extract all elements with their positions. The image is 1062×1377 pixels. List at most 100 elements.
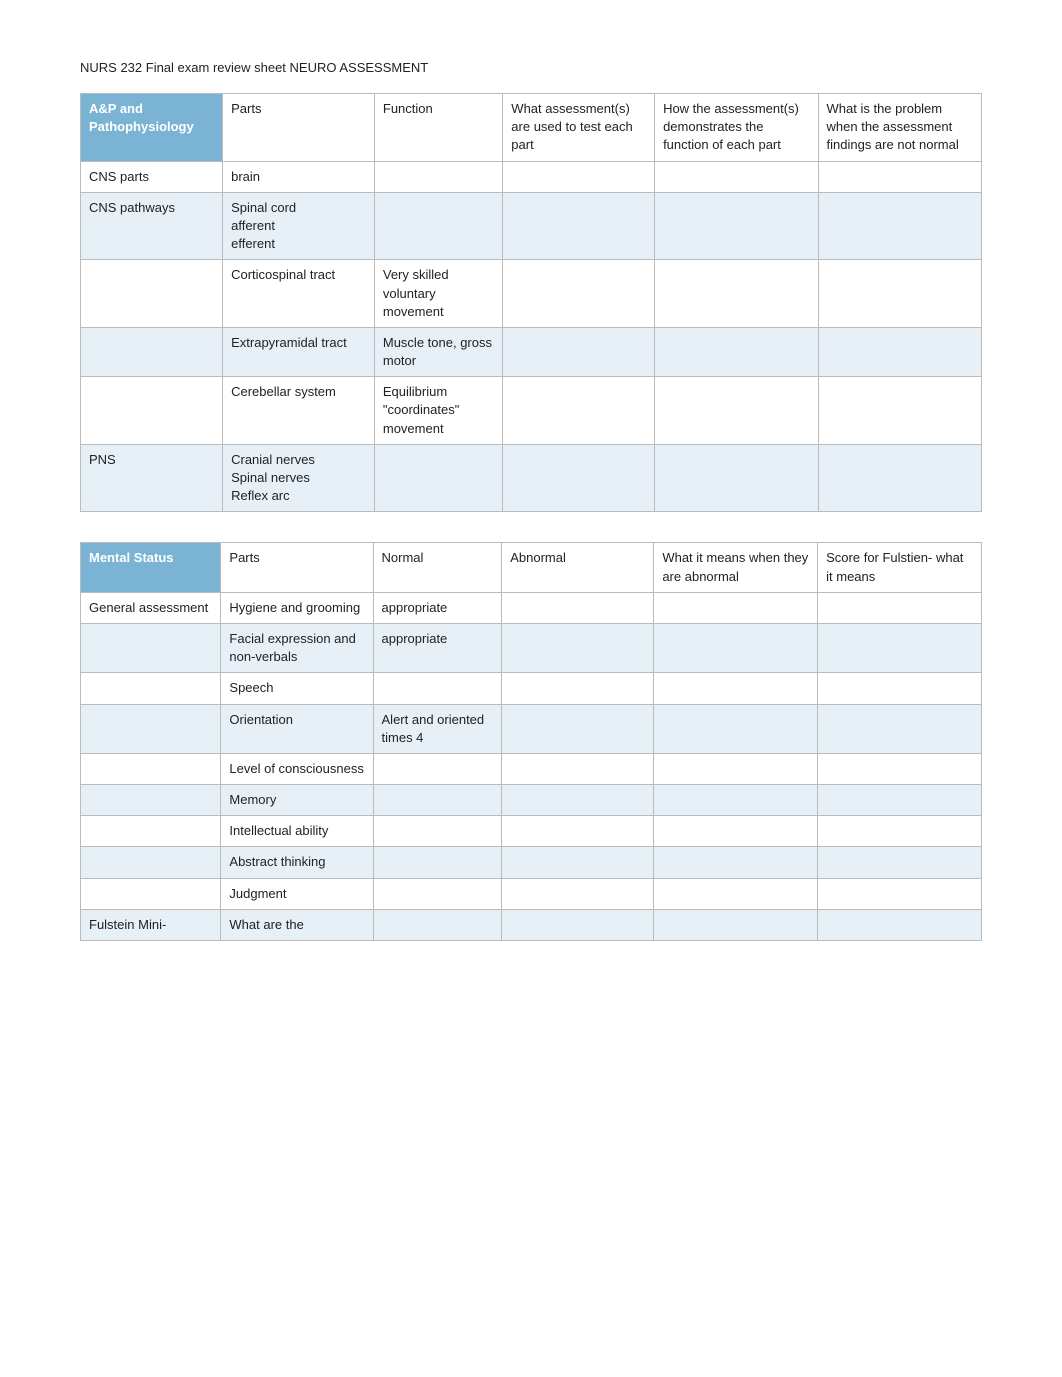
table-cell [373, 847, 502, 878]
table-row: OrientationAlert and oriented times 4 [81, 704, 982, 753]
table-cell [655, 260, 818, 328]
table-cell [818, 878, 982, 909]
header-normal: Normal [373, 543, 502, 592]
header-abnormal: Abnormal [502, 543, 654, 592]
table-cell [502, 847, 654, 878]
table-cell [81, 847, 221, 878]
header-problem: What is the problem when the assessment … [818, 94, 981, 162]
table-cell [818, 260, 981, 328]
table-cell: brain [223, 161, 375, 192]
table-cell [655, 161, 818, 192]
table-cell: What are the [221, 909, 373, 940]
table-cell [654, 785, 818, 816]
table-cell [655, 192, 818, 260]
table-row: Cerebellar systemEquilibrium "coordinate… [81, 377, 982, 445]
table-cell: Extrapyramidal tract [223, 327, 375, 376]
table-cell [81, 753, 221, 784]
table-cell [373, 878, 502, 909]
table-row: Fulstein Mini-What are the [81, 909, 982, 940]
header-score: Score for Fulstien- what it means [818, 543, 982, 592]
table-cell: CNS parts [81, 161, 223, 192]
header-how-assessment: How the assessment(s) demonstrates the f… [655, 94, 818, 162]
table-cell [818, 785, 982, 816]
table-cell [373, 816, 502, 847]
table-row: Intellectual ability [81, 816, 982, 847]
table-cell [655, 327, 818, 376]
table-cell [502, 785, 654, 816]
table-cell [374, 444, 502, 512]
table-cell: Intellectual ability [221, 816, 373, 847]
table-cell [502, 592, 654, 623]
table-cell [818, 377, 981, 445]
table-cell: Abstract thinking [221, 847, 373, 878]
table-row: Corticospinal tractVery skilled voluntar… [81, 260, 982, 328]
page-title: NURS 232 Final exam review sheet NEURO A… [80, 60, 982, 75]
table-cell [503, 444, 655, 512]
table-cell [374, 192, 502, 260]
table-cell: Cranial nerves Spinal nerves Reflex arc [223, 444, 375, 512]
table-cell [503, 327, 655, 376]
table-cell [502, 816, 654, 847]
table-row: Facial expression and non-verbalsappropr… [81, 623, 982, 672]
table-cell [81, 673, 221, 704]
table-cell [818, 909, 982, 940]
table-cell: Cerebellar system [223, 377, 375, 445]
table-cell: Very skilled voluntary movement [374, 260, 502, 328]
table-cell [374, 161, 502, 192]
header-means: What it means when they are abnormal [654, 543, 818, 592]
table-cell [654, 623, 818, 672]
table-cell: appropriate [373, 592, 502, 623]
table-row: Memory [81, 785, 982, 816]
table-cell [502, 909, 654, 940]
table-cell [818, 847, 982, 878]
table-row: Speech [81, 673, 982, 704]
table-cell [502, 704, 654, 753]
neuro-table: A&P and Pathophysiology Parts Function W… [80, 93, 982, 512]
table-cell [503, 377, 655, 445]
table-cell: Facial expression and non-verbals [221, 623, 373, 672]
header-mental-status: Mental Status [81, 543, 221, 592]
table-cell [81, 704, 221, 753]
table-cell [503, 192, 655, 260]
table-cell: Memory [221, 785, 373, 816]
table-cell: Corticospinal tract [223, 260, 375, 328]
table-cell: Judgment [221, 878, 373, 909]
table-cell [81, 816, 221, 847]
table-cell [502, 878, 654, 909]
header-ap: A&P and Pathophysiology [81, 94, 223, 162]
table-row: Extrapyramidal tractMuscle tone, gross m… [81, 327, 982, 376]
table-cell [81, 260, 223, 328]
table-cell [655, 377, 818, 445]
table-cell [654, 878, 818, 909]
table-cell [654, 816, 818, 847]
table-cell [818, 753, 982, 784]
table-row: Judgment [81, 878, 982, 909]
table-cell [655, 444, 818, 512]
table-cell: Level of consciousness [221, 753, 373, 784]
table-cell [654, 704, 818, 753]
table-cell: Muscle tone, gross motor [374, 327, 502, 376]
table-cell [654, 847, 818, 878]
table-cell [818, 444, 981, 512]
table-row: PNSCranial nerves Spinal nerves Reflex a… [81, 444, 982, 512]
table-cell [373, 909, 502, 940]
table-cell: General assessment [81, 592, 221, 623]
table-cell: Spinal cord afferent efferent [223, 192, 375, 260]
table-cell: PNS [81, 444, 223, 512]
table-cell: Orientation [221, 704, 373, 753]
table-cell [818, 704, 982, 753]
table-cell [818, 592, 982, 623]
table-cell [818, 623, 982, 672]
table-cell [818, 327, 981, 376]
table-cell [373, 785, 502, 816]
table-row: General assessmentHygiene and groomingap… [81, 592, 982, 623]
table-cell [81, 327, 223, 376]
table-cell [81, 878, 221, 909]
table-cell [654, 592, 818, 623]
table-cell [654, 753, 818, 784]
table-cell: appropriate [373, 623, 502, 672]
table-row: Abstract thinking [81, 847, 982, 878]
table-cell: Fulstein Mini- [81, 909, 221, 940]
table-cell [81, 623, 221, 672]
table-cell [502, 753, 654, 784]
